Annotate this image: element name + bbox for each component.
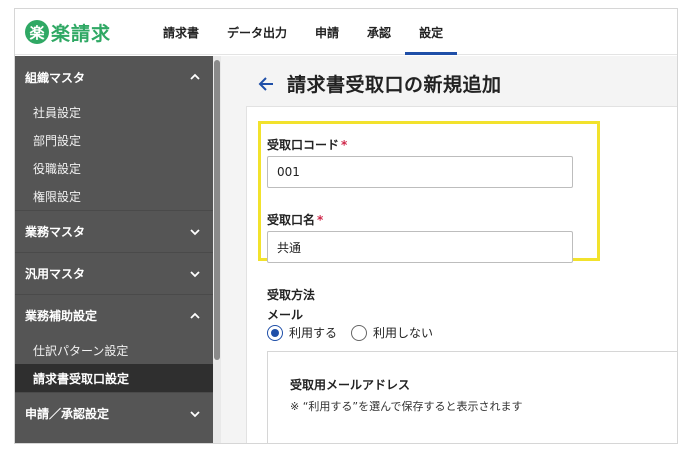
receive-email-note: ※ “利用する”を選んで保存すると表示されます [290, 400, 523, 413]
inbox-code-label: 受取口コード * [267, 136, 347, 153]
sidebar-item-journal-pattern-settings[interactable]: 仕訳パターン設定 [15, 336, 213, 364]
sidebar-section-label: 業務補助設定 [25, 309, 98, 323]
main-content: 請求書受取口の新規追加 受取口コード* 受取口名* 受取方法 メール 利用する … [221, 56, 677, 443]
required-mark: * [341, 138, 348, 152]
logo-badge: 楽 [25, 20, 49, 44]
sidebar-section-organization-master[interactable]: 組織マスタ [15, 56, 213, 98]
page-title: 請求書受取口の新規追加 [287, 74, 502, 96]
sidebar-item-position-settings[interactable]: 役職設定 [15, 154, 213, 182]
inbox-name-input[interactable] [267, 231, 573, 263]
radio-use-label: 利用する [289, 326, 338, 340]
top-header: 楽 楽請求 請求書 データ出力 申請 承認 設定 [15, 9, 677, 55]
inbox-name-label: 受取口名 * [267, 211, 323, 228]
nav-item-request[interactable]: 申請 [301, 9, 353, 55]
sidebar-item-invoice-inbox-settings[interactable]: 請求書受取口設定 [15, 364, 213, 392]
nav-item-settings[interactable]: 設定 [405, 9, 458, 55]
nav-item-invoices[interactable]: 請求書 [149, 9, 213, 55]
app-logo[interactable]: 楽 楽請求 [25, 18, 111, 46]
radio-no-use-label: 利用しない [373, 326, 434, 340]
sidebar-section-general-master[interactable]: 汎用マスタ [15, 252, 213, 294]
inbox-code-input[interactable] [267, 156, 573, 188]
required-mark: * [317, 213, 324, 227]
sidebar-item-permission-settings[interactable]: 権限設定 [15, 182, 213, 210]
page-header: 請求書受取口の新規追加 [257, 70, 502, 97]
mail-radio-group: 利用する 利用しない [267, 324, 447, 341]
chevron-down-icon [188, 407, 202, 421]
arrow-left-icon[interactable] [257, 75, 275, 93]
sidebar-section-business-master[interactable]: 業務マスタ [15, 210, 213, 252]
sidebar-item-department-settings[interactable]: 部門設定 [15, 126, 213, 154]
nav-item-approval[interactable]: 承認 [353, 9, 405, 55]
chevron-down-icon [188, 225, 202, 239]
radio-option-use[interactable]: 利用する [267, 324, 337, 341]
inbox-name-label-text: 受取口名 [267, 213, 316, 227]
radio-option-no-use[interactable]: 利用しない [351, 324, 433, 341]
chevron-up-icon [188, 70, 202, 84]
scrollbar-thumb[interactable] [214, 60, 220, 360]
receive-email-title: 受取用メールアドレス [290, 378, 411, 392]
mail-label: メール [267, 308, 304, 322]
sidebar: 組織マスタ 社員設定 部門設定 役職設定 権限設定 業務マスタ 汎用マスタ 業務… [15, 56, 213, 443]
chevron-down-icon [188, 267, 202, 281]
receive-email-box: 受取用メールアドレス ※ “利用する”を選んで保存すると表示されます [267, 351, 677, 443]
nav-item-data-export[interactable]: データ出力 [213, 9, 301, 55]
sidebar-section-label: 申請／承認設定 [25, 407, 110, 421]
app-window: 楽 楽請求 請求書 データ出力 申請 承認 設定 組織マスタ 社員設定 部門設定… [14, 8, 678, 444]
sidebar-section-request-approval-settings[interactable]: 申請／承認設定 [15, 392, 213, 434]
sidebar-item-employee-settings[interactable]: 社員設定 [15, 98, 213, 126]
sidebar-section-business-support-settings[interactable]: 業務補助設定 [15, 294, 213, 336]
inbox-code-label-text: 受取口コード [267, 138, 340, 152]
main-nav: 請求書 データ出力 申請 承認 設定 [149, 9, 458, 55]
radio-use[interactable] [267, 324, 283, 341]
sidebar-section-label: 組織マスタ [25, 70, 86, 85]
radio-no-use[interactable] [351, 324, 368, 341]
sidebar-scrollbar[interactable] [213, 56, 221, 443]
sidebar-section-label: 汎用マスタ [25, 267, 86, 281]
chevron-up-icon [188, 309, 202, 323]
logo-text: 楽請求 [51, 22, 112, 45]
receive-method-label: 受取方法 [267, 288, 316, 302]
sidebar-section-label: 業務マスタ [25, 225, 86, 239]
